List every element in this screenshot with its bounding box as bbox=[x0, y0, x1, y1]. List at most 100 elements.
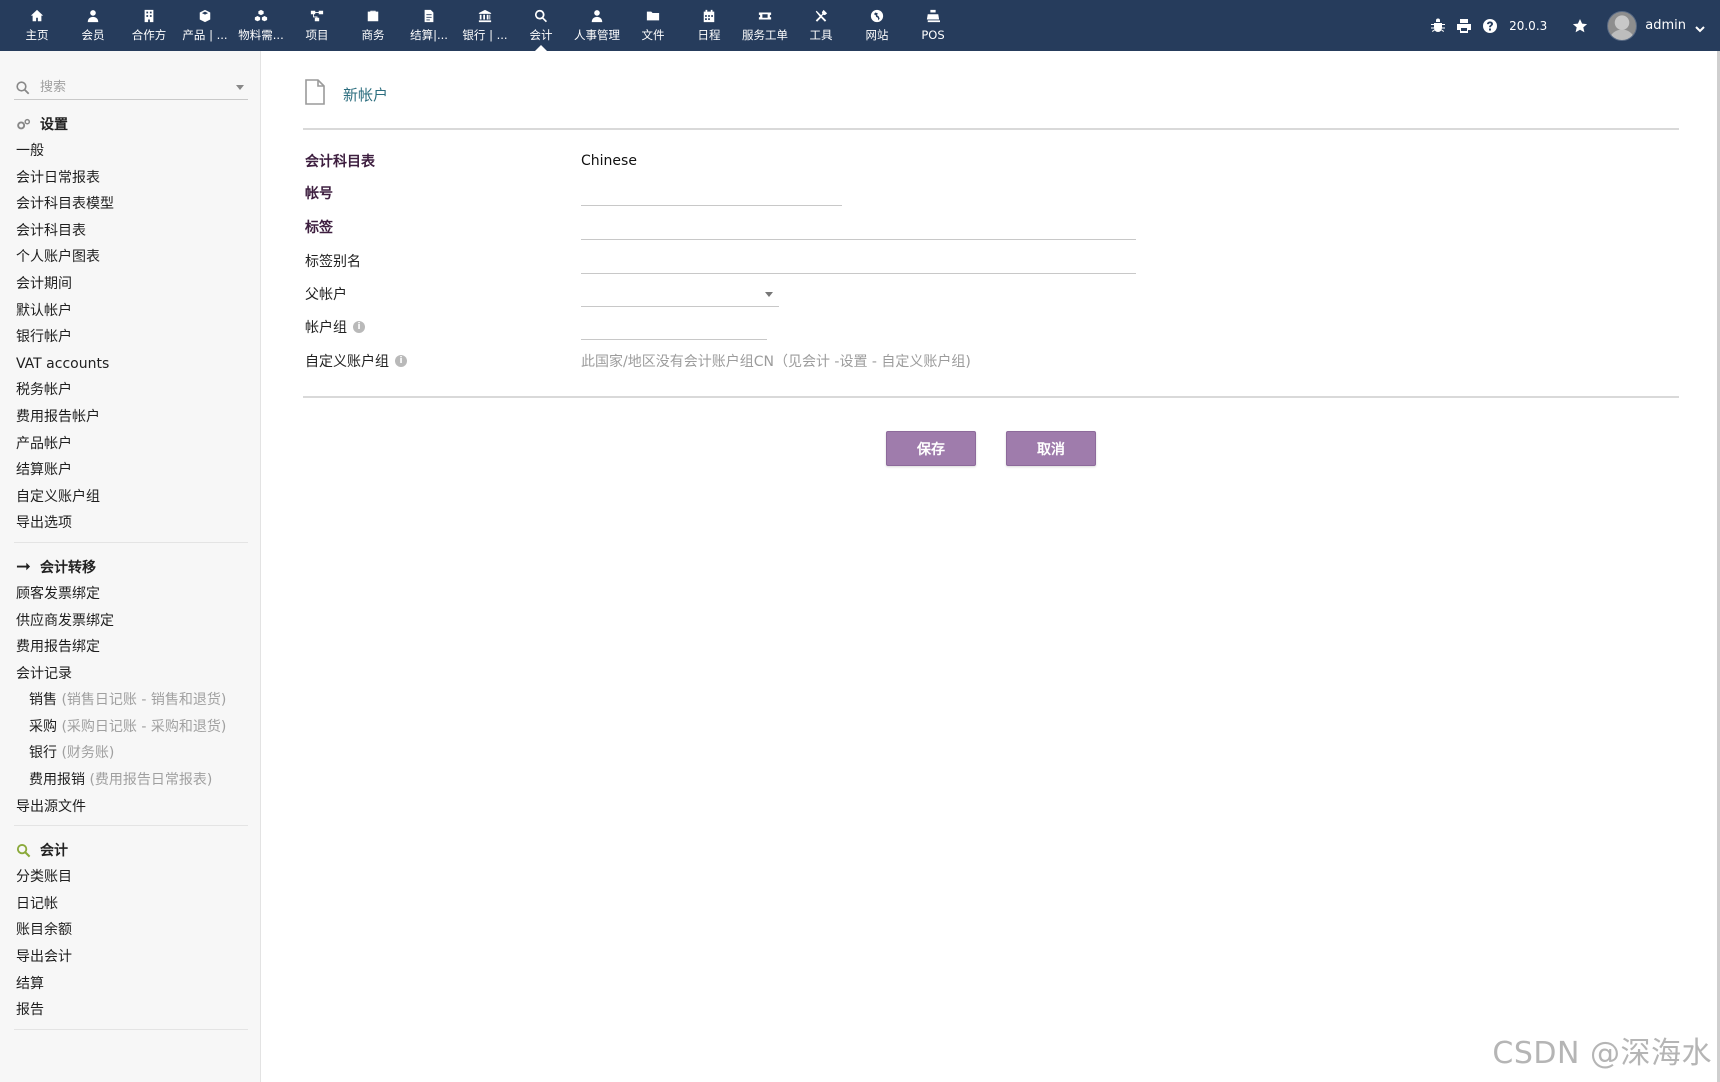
sidebar-item-export-accounting[interactable]: 导出会计 bbox=[14, 944, 248, 971]
save-button[interactable]: 保存 bbox=[886, 431, 976, 466]
account-number-label: 帐号 bbox=[305, 186, 333, 202]
info-icon[interactable]: i bbox=[353, 321, 365, 333]
sidebar-heading-transfer[interactable]: 会计转移 bbox=[14, 553, 248, 581]
label-alias-label: 标签别名 bbox=[305, 254, 361, 270]
parent-account-label: 父帐户 bbox=[305, 287, 347, 303]
chevron-down-icon[interactable] bbox=[1694, 20, 1706, 32]
nav-item-home[interactable]: 主页 bbox=[9, 0, 65, 51]
top-right-tools: 20.0.3 admin bbox=[1429, 0, 1720, 51]
nav-label: 会计 bbox=[529, 28, 553, 42]
watermark: CSDN @深海水 bbox=[1492, 1036, 1712, 1071]
building-icon bbox=[141, 8, 157, 24]
sidebar-item-customer-invoice-binding[interactable]: 顾客发票绑定 bbox=[14, 581, 248, 608]
form-row-label: 标签 bbox=[305, 212, 1505, 242]
nav-label: 日程 bbox=[697, 28, 721, 42]
chevron-down-icon bbox=[765, 292, 773, 297]
search-dollar-icon bbox=[16, 842, 32, 858]
custom-group-label-wrap: 自定义账户组 i bbox=[305, 351, 581, 371]
nav-label: 文件 bbox=[641, 28, 665, 42]
nav-item-tools[interactable]: 工具 bbox=[793, 0, 849, 51]
cogs-icon bbox=[16, 116, 32, 132]
nav-item-mrp[interactable]: 物料需... bbox=[233, 0, 289, 51]
sidebar-heading-setup[interactable]: 设置 bbox=[14, 110, 248, 138]
sidebar-item-vat-accounts[interactable]: VAT accounts bbox=[14, 351, 248, 378]
nav-item-members[interactable]: 会员 bbox=[65, 0, 121, 51]
sidebar-heading-accounting[interactable]: 会计 bbox=[14, 836, 248, 864]
sidebar-item-custom-groups[interactable]: 自定义账户组 bbox=[14, 484, 248, 511]
sidebar-subitem-bank[interactable]: 银行 (财务账) bbox=[14, 740, 248, 767]
nav-item-products[interactable]: 产品 | ... bbox=[177, 0, 233, 51]
nav-item-tickets[interactable]: 服务工单 bbox=[737, 0, 793, 51]
sidebar-item-expense-report-binding[interactable]: 费用报告绑定 bbox=[14, 634, 248, 661]
label-input[interactable] bbox=[581, 214, 1136, 240]
sidebar-item-chart-of-accounts[interactable]: 会计科目表 bbox=[14, 218, 248, 245]
sidebar-item-ledger[interactable]: 分类账目 bbox=[14, 864, 248, 891]
parent-account-select[interactable] bbox=[581, 281, 779, 307]
info-icon[interactable]: i bbox=[395, 355, 407, 367]
sidebar-item-journalization[interactable]: 会计记录 bbox=[14, 661, 248, 688]
search-input[interactable] bbox=[38, 79, 228, 96]
nav-label: 物料需... bbox=[238, 28, 284, 42]
user-icon bbox=[85, 8, 101, 24]
nav-item-bank[interactable]: 银行 | ... bbox=[457, 0, 513, 51]
globe-icon bbox=[869, 8, 885, 24]
sidebar-item-tax-accounts[interactable]: 税务帐户 bbox=[14, 377, 248, 404]
nav-item-website[interactable]: 网站 bbox=[849, 0, 905, 51]
sidebar-item-bank-accounts[interactable]: 银行帐户 bbox=[14, 324, 248, 351]
divider bbox=[303, 128, 1679, 130]
sidebar-item-fiscal-periods[interactable]: 会计期间 bbox=[14, 271, 248, 298]
sidebar-item-chart-models[interactable]: 会计科目表模型 bbox=[14, 191, 248, 218]
nav-label: 人事管理 bbox=[574, 28, 620, 42]
nav-item-agenda[interactable]: 日程 bbox=[681, 0, 737, 51]
search-icon bbox=[16, 80, 30, 94]
nav-item-documents[interactable]: 文件 bbox=[625, 0, 681, 51]
avatar[interactable] bbox=[1607, 10, 1638, 41]
page-title: 新帐户 bbox=[343, 85, 389, 104]
cancel-button[interactable]: 取消 bbox=[1006, 431, 1096, 466]
nav-label: 项目 bbox=[305, 28, 329, 42]
nav-item-commerce[interactable]: 商务 bbox=[345, 0, 401, 51]
nav-label: 合作方 bbox=[131, 28, 167, 42]
nav-item-accounting[interactable]: 会计 bbox=[513, 0, 569, 51]
sitemap-icon bbox=[309, 8, 325, 24]
star-icon[interactable] bbox=[1571, 17, 1589, 35]
account-group-input[interactable] bbox=[581, 314, 767, 340]
sidebar-item-export-journals[interactable]: 导出源文件 bbox=[14, 794, 248, 821]
print-icon[interactable] bbox=[1455, 17, 1473, 35]
sidebar-item-personal-chart[interactable]: 个人账户图表 bbox=[14, 244, 248, 271]
chevron-down-icon[interactable] bbox=[236, 85, 244, 90]
cube-icon bbox=[197, 8, 213, 24]
help-icon[interactable] bbox=[1481, 17, 1499, 35]
sidebar-item-supplier-invoice-binding[interactable]: 供应商发票绑定 bbox=[14, 608, 248, 635]
sidebar-subitem-sales[interactable]: 销售 (销售日记账 - 销售和退货) bbox=[14, 687, 248, 714]
label-alias-input[interactable] bbox=[581, 248, 1136, 274]
sidebar-item-journal[interactable]: 日记帐 bbox=[14, 891, 248, 918]
nav-item-pos[interactable]: POS bbox=[905, 0, 961, 51]
sidebar-item-default-accounts[interactable]: 默认帐户 bbox=[14, 298, 248, 325]
sidebar-item-reports[interactable]: 报告 bbox=[14, 997, 248, 1024]
custom-group-hint: 此国家/地区没有会计账户组CN（见会计 -设置 - 自定义账户组) bbox=[581, 354, 971, 370]
form-row-parent: 父帐户 bbox=[305, 279, 1505, 309]
sidebar-item-product-accounts[interactable]: 产品帐户 bbox=[14, 431, 248, 458]
sidebar-item-expense-report-accounts[interactable]: 费用报告帐户 bbox=[14, 404, 248, 431]
sidebar-subitem-expense-reports[interactable]: 费用报销 (费用报告日常报表) bbox=[14, 767, 248, 794]
nav-item-partners[interactable]: 合作方 bbox=[121, 0, 177, 51]
account-number-input[interactable] bbox=[581, 180, 842, 206]
calendar-icon bbox=[701, 8, 717, 24]
sidebar-item-journals[interactable]: 会计日常报表 bbox=[14, 165, 248, 192]
sidebar-item-general[interactable]: 一般 bbox=[14, 138, 248, 165]
sidebar-item-closing-accounts[interactable]: 结算账户 bbox=[14, 457, 248, 484]
sidebar-item-export-options[interactable]: 导出选项 bbox=[14, 510, 248, 537]
nav-item-hrm[interactable]: 人事管理 bbox=[569, 0, 625, 51]
bug-icon[interactable] bbox=[1429, 17, 1447, 35]
sidebar-item-closing[interactable]: 结算 bbox=[14, 971, 248, 998]
file-icon bbox=[304, 79, 326, 109]
nav-label: 工具 bbox=[809, 28, 833, 42]
ticket-icon bbox=[757, 8, 773, 24]
nav-item-projects[interactable]: 项目 bbox=[289, 0, 345, 51]
nav-label: 商务 bbox=[361, 28, 385, 42]
sidebar-item-balance[interactable]: 账目余额 bbox=[14, 917, 248, 944]
nav-item-billing[interactable]: 结算|... bbox=[401, 0, 457, 51]
username[interactable]: admin bbox=[1645, 18, 1686, 33]
sidebar-subitem-purchases[interactable]: 采购 (采购日记账 - 采购和退货) bbox=[14, 714, 248, 741]
